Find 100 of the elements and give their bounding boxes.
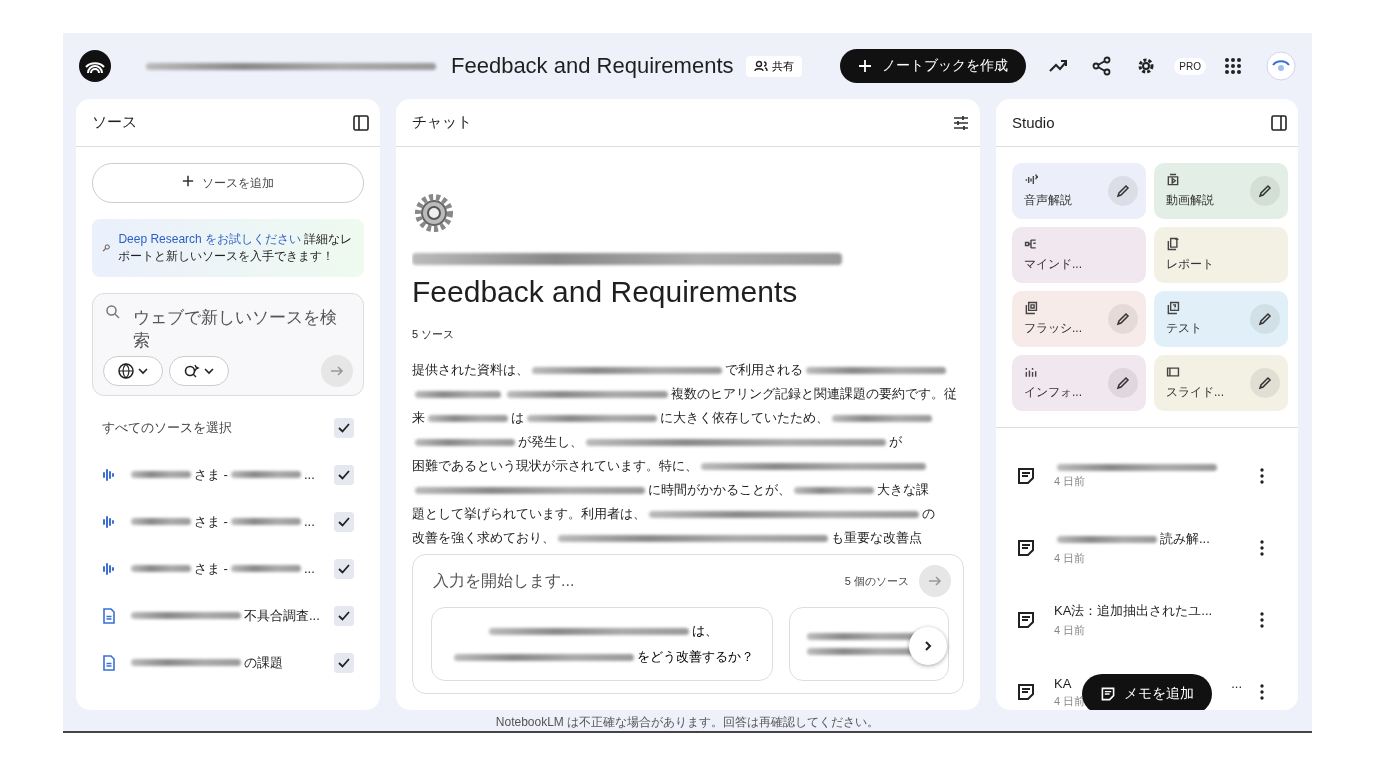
studio-tile[interactable]: 動画解説 — [1154, 163, 1288, 219]
tune-icon[interactable] — [952, 113, 970, 132]
pencil-icon — [1116, 312, 1130, 326]
select-all-label: すべてのソースを選択 — [102, 418, 233, 437]
search-icon — [105, 303, 121, 320]
search-field[interactable]: ウェブで新しいソースを検索 — [131, 303, 351, 356]
plus-icon — [182, 174, 194, 187]
edit-button[interactable] — [1108, 368, 1138, 398]
summary-text: は — [511, 409, 524, 427]
studio-tile[interactable]: インフォ... — [1012, 355, 1146, 411]
globe-icon — [118, 363, 134, 380]
note-time: 4 日前 — [1054, 551, 1086, 566]
mindmap-icon — [1024, 237, 1038, 251]
infographic-icon — [1024, 365, 1038, 379]
studio-tile[interactable]: レポート — [1154, 227, 1288, 283]
checkbox[interactable] — [334, 511, 354, 532]
pro-badge: PRO — [1174, 57, 1206, 75]
quiz-icon — [1166, 301, 1180, 315]
checkbox[interactable] — [334, 652, 354, 673]
studio-tile[interactable]: マインド... — [1012, 227, 1146, 283]
sparkle-search-icon — [184, 363, 200, 380]
pencil-icon — [1116, 376, 1130, 390]
web-dropdown[interactable] — [103, 356, 163, 387]
audio-source-icon — [102, 514, 116, 529]
gear-icon — [412, 191, 456, 235]
suggestion-chip[interactable]: は、 をどう改善するか？ — [431, 607, 773, 681]
add-note-button[interactable]: メモを追加 — [1082, 674, 1212, 710]
create-notebook-button[interactable]: ノートブックを作成 — [840, 49, 1027, 83]
add-source-button[interactable]: ソースを追加 — [92, 163, 364, 203]
audio-source-icon — [102, 561, 116, 576]
promo-text: Deep Research をお試しください 詳細なレポートと新しいソースを入手できます！ — [118, 231, 354, 265]
research-mode-dropdown[interactable] — [169, 356, 229, 387]
edit-button[interactable] — [1108, 304, 1138, 334]
deep-research-link[interactable]: Deep Research をお試しください — [118, 232, 302, 246]
tile-label: 音声解説 — [1024, 192, 1072, 209]
panel-title: Studio — [1012, 114, 1055, 131]
studio-tile[interactable]: テスト — [1154, 291, 1288, 347]
summary-text: が発生し、 — [518, 433, 583, 451]
web-search-box[interactable]: ウェブで新しいソースを検索 — [92, 292, 364, 397]
more-icon[interactable] — [1260, 612, 1264, 628]
suggestion-chip[interactable] — [789, 607, 949, 681]
tile-label: スライド... — [1166, 384, 1224, 401]
edit-button[interactable] — [1108, 176, 1138, 206]
redaction-mark — [131, 518, 191, 526]
studio-tile[interactable]: 音声解説 — [1012, 163, 1146, 219]
summary-text: 複数のヒアリング記録と関連課題の要約です。従 — [671, 385, 957, 403]
disclaimer-text: NotebookLM は不正確な場合があります。回答は再確認してください。 — [494, 714, 881, 731]
checkbox[interactable] — [334, 464, 354, 485]
summary-text: に大きく依存していたため、 — [660, 409, 829, 427]
checkbox[interactable] — [334, 417, 354, 438]
note-title: ... — [1231, 675, 1242, 691]
panel-title: チャット — [412, 113, 472, 132]
redaction-mark — [131, 471, 191, 479]
summary-text: 困難であるという現状が示されています。特に、 — [412, 457, 698, 475]
note-title: 読み解... — [1160, 530, 1210, 548]
note-icon — [1016, 682, 1036, 702]
redaction-mark — [230, 518, 301, 526]
summary-text: で利用される — [725, 361, 803, 379]
edit-button[interactable] — [1250, 176, 1280, 206]
edit-button[interactable] — [1250, 304, 1280, 334]
chevron-icon — [922, 640, 934, 652]
note-icon — [1100, 686, 1116, 702]
pencil-icon — [1258, 376, 1272, 390]
checkbox[interactable] — [334, 558, 354, 579]
note-icon — [1016, 538, 1036, 558]
studio-tile[interactable]: フラッシ... — [1012, 291, 1146, 347]
summary-text: 来 — [412, 409, 425, 427]
tile-label: レポート — [1166, 256, 1214, 273]
suggestion-text: をどう改善するか？ — [636, 648, 754, 666]
plus-icon — [858, 59, 873, 73]
logo-icon[interactable] — [79, 50, 111, 82]
edit-button[interactable] — [1250, 368, 1280, 398]
more-icon[interactable] — [1260, 540, 1264, 556]
tile-label: テスト — [1166, 320, 1202, 337]
summary-text: に時間がかかることが、 — [648, 481, 791, 499]
summary-text: 大きな課 — [877, 481, 929, 499]
share-badge[interactable]: 共有 — [745, 55, 802, 77]
panel-toggle-icon[interactable] — [1270, 113, 1288, 132]
redaction-mark — [230, 471, 301, 479]
apps-icon[interactable] — [1223, 56, 1243, 76]
summary-text: も重要な改善点 — [831, 529, 922, 547]
more-icon[interactable] — [1260, 468, 1264, 484]
summary-text: 題として挙げられています。利用者は、 — [412, 505, 646, 523]
summary-text: が — [889, 433, 902, 451]
panel-toggle-icon[interactable] — [352, 113, 370, 132]
checkbox[interactable] — [334, 605, 354, 626]
tile-label: マインド... — [1024, 256, 1082, 273]
audio-icon — [1024, 173, 1038, 187]
note-time: 4 日前 — [1054, 623, 1086, 638]
studio-tile[interactable]: スライド... — [1154, 355, 1288, 411]
source-title: の課題 — [244, 653, 283, 672]
caret-icon — [138, 367, 148, 376]
note-title: KA — [1054, 675, 1072, 691]
more-icon[interactable] — [1260, 684, 1264, 700]
source-count: 5 個のソース — [844, 573, 909, 589]
summary-text: 改善を強く求めており、 — [412, 529, 555, 547]
tile-label: 動画解説 — [1166, 192, 1214, 209]
note-time: 4 日前 — [1054, 473, 1086, 489]
avatar[interactable] — [1266, 51, 1296, 81]
summary-text: 提供された資料は、 — [412, 361, 529, 379]
